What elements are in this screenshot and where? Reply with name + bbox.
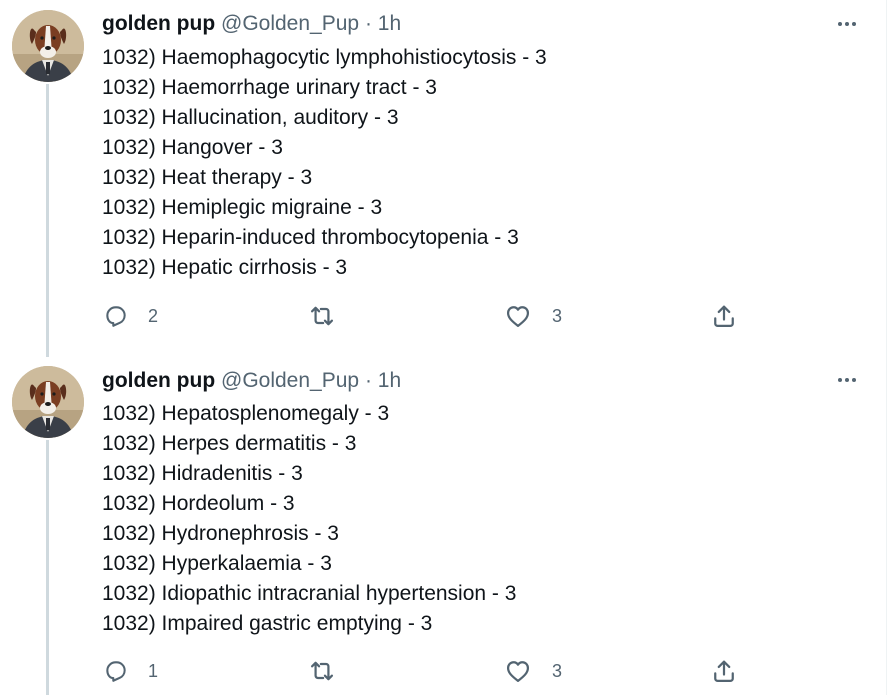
like-count: 3: [552, 305, 563, 326]
retweet-icon: [308, 302, 336, 330]
user-handle[interactable]: @Golden_Pup: [221, 369, 359, 392]
tweet-text-line: 1032) Hepatosplenomegaly - 3: [102, 402, 390, 425]
tweet-text-line: 1032) Hydronephrosis - 3: [102, 522, 339, 545]
tweet-text-line: 1032) Hepatic cirrhosis - 3: [102, 256, 348, 279]
timestamp[interactable]: 1h: [378, 12, 401, 35]
tweet-text-line: 1032) Hyperkalaemia - 3: [102, 552, 332, 575]
retweet-icon: [308, 657, 336, 685]
reply-count: 2: [148, 305, 159, 326]
tweet-text: 1032) Hepatosplenomegaly - 3 1032) Herpe…: [102, 399, 842, 639]
more-horizontal-icon: [838, 378, 856, 382]
avatar[interactable]: [12, 366, 84, 438]
tweet[interactable]: golden pup @Golden_Pup · 1h 1032) Haemop…: [0, 0, 886, 357]
like-button[interactable]: 3: [504, 300, 562, 332]
heart-icon: [504, 302, 532, 330]
like-count: 3: [552, 660, 563, 681]
tweet-actions: 2 3: [102, 300, 842, 332]
tweet-actions: 1 3: [102, 655, 842, 687]
thread-line: [46, 84, 49, 357]
share-button[interactable]: [710, 300, 738, 332]
timestamp[interactable]: 1h: [378, 369, 401, 392]
more-horizontal-icon: [838, 22, 856, 26]
tweet-text-line: 1032) Haemorrhage urinary tract - 3: [102, 76, 437, 99]
dog-avatar-icon: [12, 10, 84, 82]
share-icon: [710, 302, 738, 330]
user-handle[interactable]: @Golden_Pup: [221, 12, 359, 35]
share-button[interactable]: [710, 655, 738, 687]
retweet-button[interactable]: [308, 300, 354, 332]
tweet-text-line: 1032) Hallucination, auditory - 3: [102, 106, 399, 129]
display-name[interactable]: golden pup: [102, 12, 215, 35]
more-options-button[interactable]: [832, 10, 862, 38]
reply-button[interactable]: 2: [102, 300, 158, 332]
thread-line: [46, 440, 49, 695]
heart-icon: [504, 657, 532, 685]
header-separator: ·: [364, 12, 372, 35]
timeline-border: [886, 0, 887, 695]
tweet-header: golden pup @Golden_Pup · 1h: [102, 10, 401, 38]
tweet-text-line: 1032) Impaired gastric emptying - 3: [102, 612, 433, 635]
tweet-header: golden pup @Golden_Pup · 1h: [102, 367, 401, 395]
tweet-text-line: 1032) Idiopathic intracranial hypertensi…: [102, 582, 517, 605]
tweet-text-line: 1032) Hordeolum - 3: [102, 492, 295, 515]
dog-avatar-icon: [12, 366, 84, 438]
tweet-text-line: 1032) Hidradenitis - 3: [102, 462, 303, 485]
tweet-text: 1032) Haemophagocytic lymphohistiocytosi…: [102, 43, 842, 283]
tweet-text-line: 1032) Haemophagocytic lymphohistiocytosi…: [102, 46, 547, 69]
tweet[interactable]: golden pup @Golden_Pup · 1h 1032) Hepato…: [0, 357, 886, 695]
avatar[interactable]: [12, 10, 84, 82]
tweet-text-line: 1032) Herpes dermatitis - 3: [102, 432, 357, 455]
reply-icon: [102, 302, 130, 330]
reply-icon: [102, 657, 130, 685]
tweet-text-line: 1032) Hemiplegic migraine - 3: [102, 196, 383, 219]
display-name[interactable]: golden pup: [102, 369, 215, 392]
header-separator: ·: [364, 369, 372, 392]
like-button[interactable]: 3: [504, 655, 562, 687]
more-options-button[interactable]: [832, 366, 862, 394]
share-icon: [710, 657, 738, 685]
tweet-text-line: 1032) Hangover - 3: [102, 136, 283, 159]
reply-button[interactable]: 1: [102, 655, 158, 687]
reply-count: 1: [148, 660, 159, 681]
tweet-text-line: 1032) Heat therapy - 3: [102, 166, 313, 189]
retweet-button[interactable]: [308, 655, 354, 687]
tweet-text-line: 1032) Heparin-induced thrombocytopenia -…: [102, 226, 519, 249]
